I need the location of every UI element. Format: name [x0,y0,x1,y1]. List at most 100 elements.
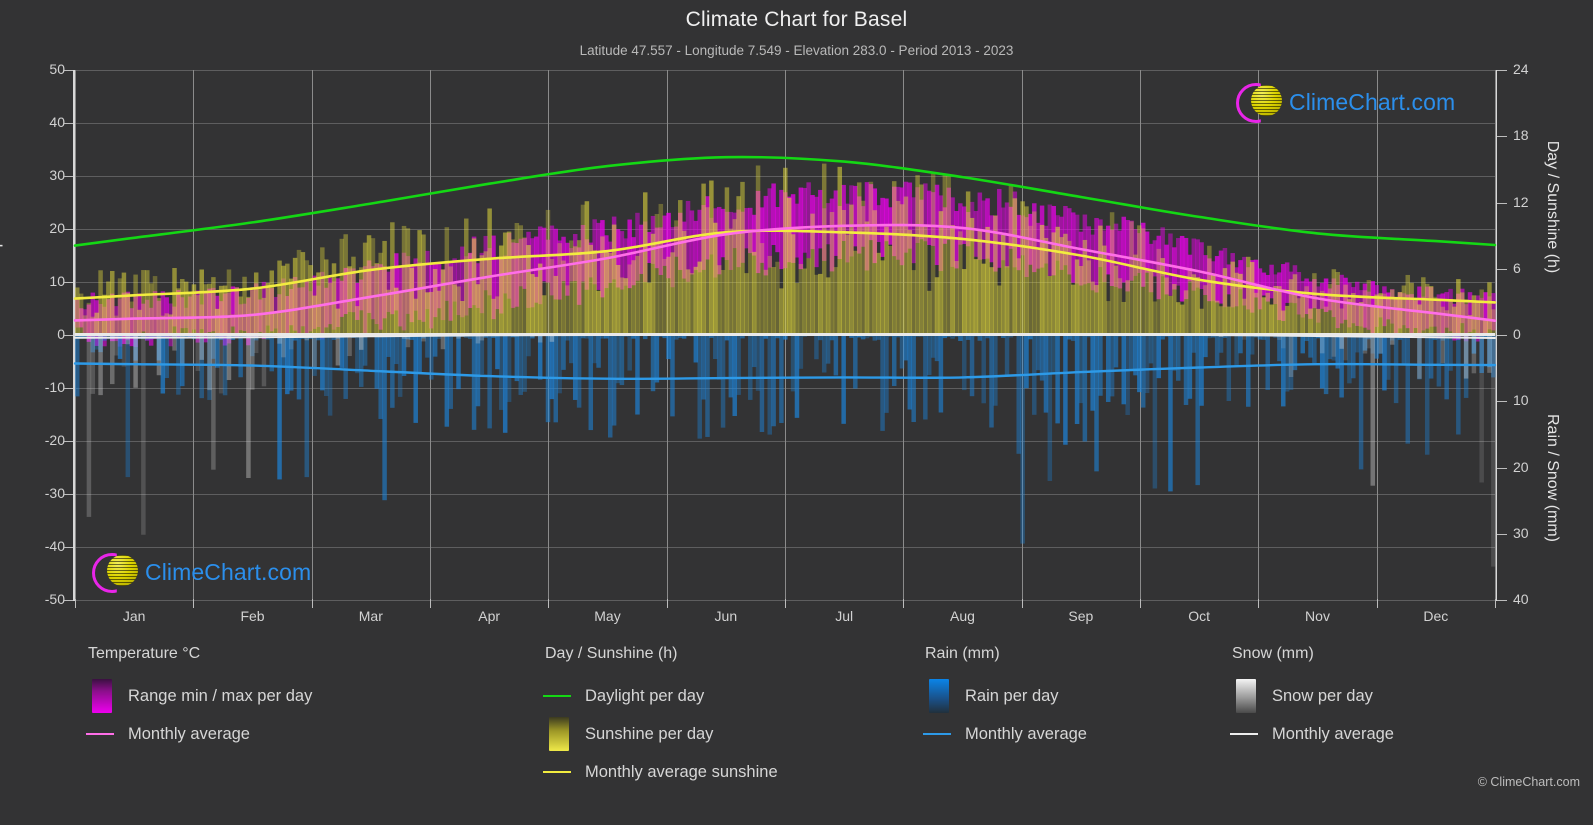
legend-line-swatch [543,695,571,697]
watermark-logo-top: ClimeChart.com [1236,82,1456,123]
right-axis-tick [1497,268,1507,270]
right-axis-tick [1497,335,1507,336]
legend-item[interactable]: Monthly average [86,715,312,753]
legend-label: Monthly average [128,724,250,743]
right-axis-tick [1497,600,1507,601]
right-axis-tick [1497,533,1507,535]
x-axis-tick [1258,599,1260,608]
legend-heading-daysun: Day / Sunshine (h) [545,645,678,662]
legend-group-rain: Rain (mm) Rain per day Monthly average [923,645,1087,753]
x-axis-tick-label: Jul [835,608,854,624]
copyright-text: © ClimeChart.com [1477,775,1580,789]
right-axis-tick-label-sun: 0 [1513,326,1521,342]
legend-item[interactable]: Rain per day [925,677,1087,715]
x-axis-tick-label: Jun [714,608,738,624]
legend-label: Range min / max per day [128,686,313,705]
left-axis-tick-label: -30 [44,485,65,501]
page-subtitle: Latitude 47.557 - Longitude 7.549 - Elev… [579,43,1014,58]
watermark-text: ClimeChart.com [1289,88,1456,115]
right-axis-tick-label-rain: 40 [1513,591,1529,607]
legend-swatch [1236,679,1256,713]
left-axis-tick-label: 0 [57,326,65,342]
legend-swatch [92,679,112,713]
legend-group-temperature: Temperature °C Range min / max per day Mon… [86,645,312,753]
left-axis-tick-label: 50 [49,61,65,77]
legend-heading-snow: Snow (mm) [1232,645,1314,662]
right-axis-tick [1497,202,1507,204]
legend-heading-temperature: Temperature °C [88,645,201,662]
left-axis-tick [63,335,73,336]
left-axis-tick [63,600,73,601]
x-axis-tick [1495,599,1496,608]
zero-line [75,333,1495,336]
legend-marker [1232,679,1260,713]
left-axis-tick-label: -40 [44,538,65,554]
left-axis-tick-label: 30 [49,167,65,183]
legend-label: Sunshine per day [585,724,714,743]
legend-label: Snow per day [1272,686,1373,705]
legend-item[interactable]: Snow per day [1232,677,1394,715]
legend-item[interactable]: Monthly average [1230,715,1394,753]
climechart-logo-icon [1236,82,1282,123]
legend-marker [543,771,573,773]
climate-chart: Climate Chart for Basel Latitude 47.557 … [0,0,1593,825]
legend-label: Monthly average [965,724,1087,743]
legend-marker [88,679,116,713]
right-axis-tick [1497,70,1507,71]
climechart-logo-icon [92,552,138,593]
legend-item[interactable]: Sunshine per day [545,715,778,753]
legend-line-swatch [543,771,571,773]
right-axis-title-rain: Rain / Snow (mm) [1544,413,1561,543]
left-axis-tick [63,70,73,71]
x-axis-tick [1021,599,1023,608]
left-axis-tick [63,282,73,283]
x-axis-tick-label: Nov [1305,608,1330,624]
left-axis-tick-label: -10 [44,379,65,395]
legend-item[interactable]: Daylight per day [543,677,778,715]
legend-marker [1230,733,1260,735]
x-axis-tick-label: May [594,608,621,624]
x-axis-tick [785,599,786,608]
legend-marker [925,679,953,713]
left-axis-tick [63,494,73,495]
right-axis-tick [1497,401,1507,403]
right-axis-tick [1497,136,1507,138]
x-axis-tick [548,599,550,608]
plot-area: ClimeChart.com [73,70,1497,601]
legend-item[interactable]: Monthly average sunshine [543,753,778,791]
legend-heading-rain: Rain (mm) [925,645,1000,662]
right-axis-tick [1497,467,1507,469]
left-axis-tick-label: 20 [49,220,65,236]
legend-line-swatch [86,733,114,735]
legend-marker [545,717,573,751]
x-axis-tick-label: Feb [240,608,265,624]
left-axis-tick-label: -50 [44,591,65,607]
x-axis-tick-label: Mar [358,608,383,624]
left-axis-tick [63,388,73,389]
x-axis-tick-label: Oct [1188,608,1211,624]
x-axis-tick [75,599,76,608]
watermark-text: ClimeChart.com [145,558,312,585]
legend-swatch [549,717,569,751]
x-axis-tick [666,599,668,608]
legend-item[interactable]: Range min / max per day [88,677,312,715]
legend: Temperature °C Range min / max per day Mon… [0,645,1593,825]
x-axis-tick-label: Apr [478,608,501,624]
left-axis-tick [63,547,73,548]
legend-line-swatch [923,733,951,735]
watermark-logo-bottom: ClimeChart.com [92,552,312,593]
right-axis-title-sun: Day / Sunshine (h) [1544,140,1561,274]
legend-item[interactable]: Monthly average [923,715,1087,753]
legend-group-daysun: Day / Sunshine (h) Daylight per day Sunshi… [543,645,778,791]
x-axis-tick-label: Sep [1068,608,1094,624]
legend-label: Daylight per day [585,686,705,705]
legend-line-swatch [1230,733,1258,735]
left-axis-tick [63,229,73,230]
legend-group-snow: Snow (mm) Snow per day Monthly average [1230,645,1394,753]
legend-swatch [929,679,949,713]
x-axis-tick [903,599,905,608]
left-axis-tick-label: -20 [44,432,65,448]
left-axis-tick-label: 10 [49,273,65,289]
x-axis-tick [193,599,195,608]
left-axis-tick-label: 40 [49,114,65,130]
